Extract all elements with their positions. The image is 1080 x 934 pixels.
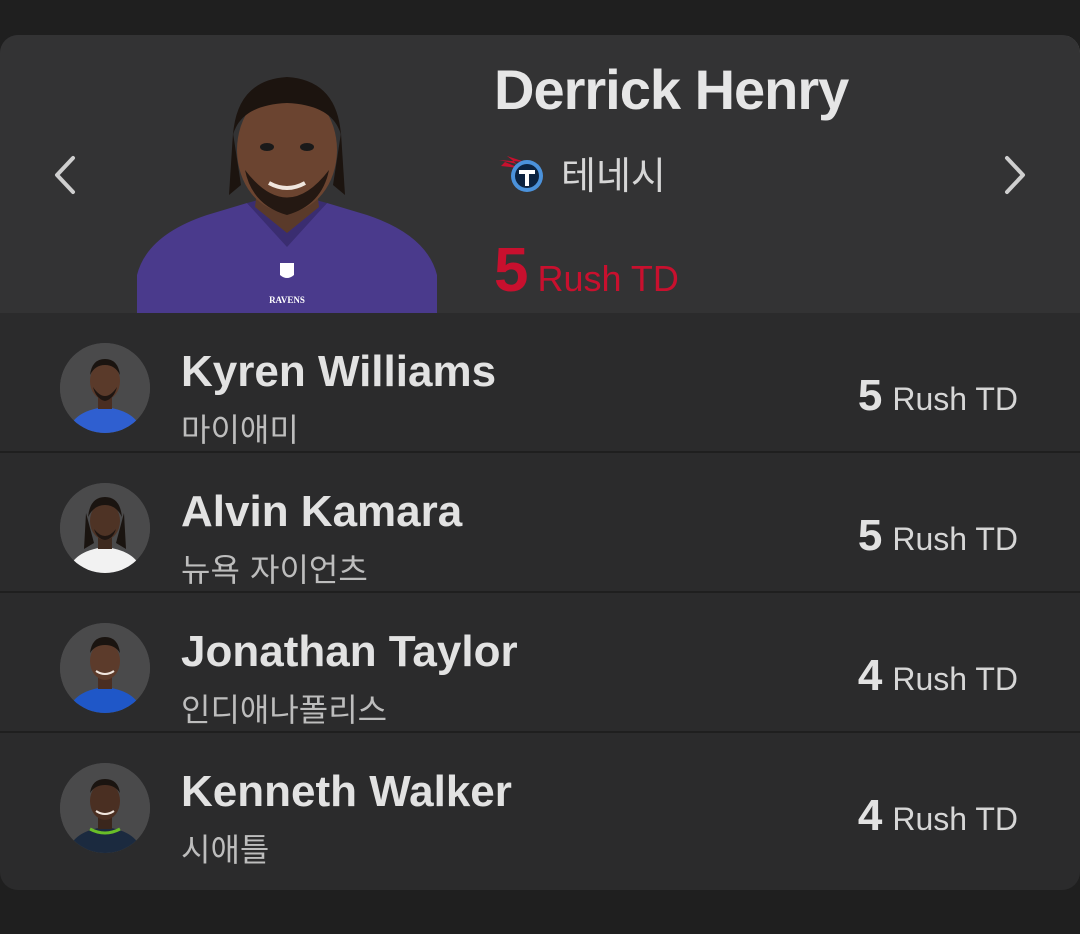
player-team: 뉴욕 자이언츠: [181, 551, 368, 589]
player-stat: 5 Rush TD: [858, 511, 1018, 561]
stat-unit: Rush TD: [892, 801, 1018, 837]
avatar: [60, 483, 150, 573]
featured-stat-value: 5: [494, 236, 528, 305]
player-stat: 5 Rush TD: [858, 371, 1018, 421]
stat-value: 5: [857, 511, 883, 560]
featured-player[interactable]: RAVENS Derrick Henry 테네시 5 Rush TD: [0, 35, 1080, 313]
featured-player-photo: RAVENS: [137, 75, 437, 313]
player-team: 마이애미: [181, 411, 299, 449]
stat-value: 4: [857, 791, 883, 840]
avatar: [60, 623, 150, 713]
rushing-td-leaders-card: RAVENS Derrick Henry 테네시 5 Rush TD Kyren…: [0, 35, 1080, 890]
player-name: Kenneth Walker: [181, 767, 512, 816]
leaders-list: Kyren Williams 마이애미 5 Rush TD Alvin Kama…: [0, 313, 1080, 871]
avatar: [60, 343, 150, 433]
stat-value: 4: [857, 651, 883, 700]
player-team: 시애틀: [181, 831, 270, 869]
list-item[interactable]: Kyren Williams 마이애미 5 Rush TD: [0, 313, 1080, 453]
chevron-left-icon[interactable]: [45, 153, 85, 197]
player-team: 인디애나폴리스: [181, 691, 388, 729]
featured-player-team: 테네시: [497, 150, 666, 198]
avatar: [60, 763, 150, 853]
player-stat: 4 Rush TD: [858, 791, 1018, 841]
player-stat: 4 Rush TD: [858, 651, 1018, 701]
titans-logo-icon: [499, 156, 543, 192]
featured-team-name: 테네시: [561, 153, 666, 198]
featured-stat: 5 Rush TD: [494, 235, 679, 306]
list-item[interactable]: Kenneth Walker 시애틀 4 Rush TD: [0, 733, 1080, 871]
chevron-right-icon[interactable]: [995, 153, 1035, 197]
jersey-text: RAVENS: [269, 295, 305, 305]
stat-value: 5: [857, 371, 883, 420]
list-item[interactable]: Alvin Kamara 뉴욕 자이언츠 5 Rush TD: [0, 453, 1080, 593]
stat-unit: Rush TD: [892, 381, 1018, 417]
featured-player-name: Derrick Henry: [494, 58, 849, 121]
list-item[interactable]: Jonathan Taylor 인디애나폴리스 4 Rush TD: [0, 593, 1080, 733]
stat-unit: Rush TD: [892, 661, 1018, 697]
player-name: Kyren Williams: [181, 347, 497, 396]
stat-unit: Rush TD: [892, 521, 1018, 557]
featured-stat-unit: Rush TD: [537, 258, 679, 299]
player-name: Alvin Kamara: [181, 487, 463, 536]
player-name: Jonathan Taylor: [181, 627, 518, 676]
